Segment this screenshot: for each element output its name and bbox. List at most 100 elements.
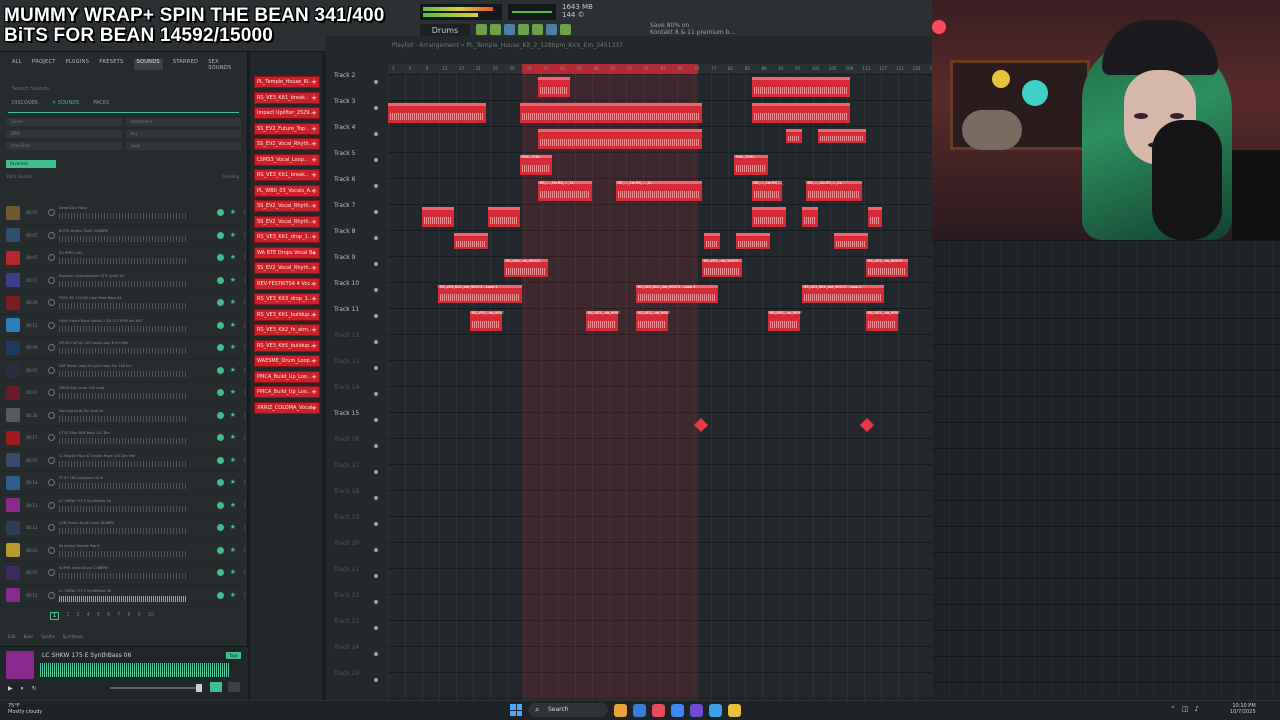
more-icon[interactable]: ⋮ — [242, 389, 248, 396]
star-icon[interactable]: ★ — [230, 389, 236, 396]
tag-chip[interactable]: Bass — [24, 634, 33, 639]
play-icon[interactable]: ▶ — [8, 685, 13, 693]
play-icon[interactable] — [47, 389, 55, 397]
more-icon[interactable]: ⋮ — [242, 412, 248, 419]
tag-chip[interactable]: Synths — [41, 634, 55, 639]
audio-clip[interactable] — [868, 207, 882, 227]
star-icon[interactable]: ★ — [230, 569, 236, 576]
star-icon[interactable]: ★ — [230, 344, 236, 351]
volume-icon[interactable]: ♪ — [1195, 705, 1199, 713]
page-10[interactable]: 10 — [148, 612, 154, 620]
picker-clip[interactable]: WA BTE Drops Vocal B.. + — [254, 246, 320, 259]
track-header[interactable]: Track 6 — [326, 170, 382, 196]
picker-clip[interactable]: RS_VE3_Kit3_drop_1.. + — [254, 293, 320, 305]
star-icon[interactable]: ★ — [230, 546, 236, 554]
subtab-discover[interactable]: DISCOVER — [12, 100, 38, 108]
audio-clip[interactable] — [538, 129, 702, 149]
plus-icon[interactable]: + — [311, 93, 317, 103]
picker-clip[interactable]: SS_EV2_Vocal_Rhyth.. + — [254, 215, 320, 228]
weather-widget[interactable]: 75°F Mostly cloudy — [8, 703, 42, 715]
picker-clip[interactable]: PMCA_Build_Up_Loo.. + — [254, 370, 320, 383]
page-1[interactable]: 1 — [50, 612, 60, 620]
more-icon[interactable]: ⋮ — [242, 344, 248, 351]
track-header[interactable]: Track 24 — [326, 638, 382, 664]
play-icon[interactable] — [47, 299, 55, 307]
plus-icon[interactable]: + — [311, 310, 317, 320]
track-mute-dot[interactable] — [374, 392, 378, 396]
track-mute-dot[interactable] — [374, 652, 378, 656]
audio-clip[interactable]: RS_VE3_..ds_90973 — [470, 311, 504, 331]
tab-all[interactable]: ALL — [12, 59, 22, 70]
audio-clip[interactable] — [488, 207, 520, 227]
plus-icon[interactable]: + — [311, 248, 317, 258]
star-icon[interactable]: ★ — [230, 366, 236, 374]
taskbar-clock[interactable]: 10:10 PM 10/7/2025 — [1230, 703, 1256, 715]
added-check-icon[interactable] — [216, 254, 224, 262]
star-icon[interactable]: ★ — [230, 479, 236, 486]
track-mute-dot[interactable] — [374, 548, 378, 552]
sound-row[interactable]: 00:07 SUPER Vocal Shout 128BPM ★ ⋮ — [0, 562, 248, 585]
track-mute-dot[interactable] — [374, 418, 378, 422]
track-mute-dot[interactable] — [374, 210, 378, 214]
track-header[interactable]: Track 17 — [326, 456, 382, 482]
track-header[interactable]: Track 9 — [326, 248, 382, 274]
sound-row[interactable]: 00:09 DP SD Full Up 128 Vocal Loop B Em M… — [0, 337, 248, 360]
added-check-icon[interactable] — [216, 434, 224, 442]
page-3[interactable]: 3 — [76, 612, 79, 620]
sound-row[interactable]: 00:13 USB Ocean Drum Loop 160BPM ★ ⋮ — [0, 517, 248, 540]
track-mute-dot[interactable] — [374, 522, 378, 526]
added-check-icon[interactable] — [216, 591, 224, 599]
filter-key[interactable]: Key — [125, 130, 241, 138]
picker-clip[interactable]: WAESME_Drum_Loop.. + — [254, 355, 320, 367]
picker-clip[interactable]: RS_VE3_Kit5_buildup.. + — [254, 339, 320, 352]
added-check-icon[interactable] — [216, 524, 224, 532]
track-header[interactable]: Track 19 — [326, 508, 382, 534]
picker-clip[interactable]: SS_EV2_Vocal_Rhyth.. + — [254, 200, 320, 212]
added-check-icon[interactable] — [216, 209, 224, 217]
track-header[interactable]: Track 3 — [326, 92, 382, 118]
plus-icon[interactable]: + — [311, 279, 317, 289]
track-header[interactable]: Track 22 — [326, 586, 382, 612]
play-icon[interactable] — [47, 344, 55, 352]
track-header[interactable]: Track 25 — [326, 664, 382, 690]
tab-plugins[interactable]: PLUGINS — [66, 59, 90, 70]
automation-marker[interactable] — [859, 417, 875, 433]
picker-clip[interactable]: XRRIZ_COLOMA_Vocal.. + — [254, 401, 320, 414]
track-header[interactable]: Track 2 — [326, 66, 382, 92]
track-header[interactable]: Track 16 — [326, 430, 382, 456]
news-hint[interactable]: Save 80% on Kontakt 8 & 11 premium b... — [650, 22, 735, 36]
sound-row[interactable]: 00:07 DBGA Kick Loop 128 Long ★ ⋮ — [0, 382, 248, 405]
track-mute-dot[interactable] — [374, 600, 378, 604]
star-icon[interactable]: ★ — [230, 254, 236, 261]
chevron-up-icon[interactable]: ⌃ — [1170, 705, 1176, 713]
play-icon[interactable] — [47, 411, 55, 419]
plus-icon[interactable]: + — [311, 341, 317, 351]
added-check-icon[interactable] — [216, 299, 224, 307]
track-mute-dot[interactable] — [374, 340, 378, 344]
picker-clip[interactable]: RS_VE3_Kit1_buildup.. + — [254, 308, 320, 321]
more-icon[interactable]: ⋮ — [242, 457, 248, 464]
audio-clip[interactable]: RS_VE3_Kit1_dro_90973 - Loop 1 — [802, 285, 884, 303]
plus-icon[interactable]: + — [311, 294, 317, 304]
plus-icon[interactable]: + — [311, 403, 317, 413]
track-mute-dot[interactable] — [374, 236, 378, 240]
star-icon[interactable]: ★ — [230, 456, 236, 464]
drag-to-project-button[interactable] — [210, 682, 222, 692]
picker-clip[interactable]: SS_EV2_Vocal_Rhyth.. + — [254, 138, 320, 150]
sound-row[interactable]: 00:13 LC SHKW 175 E SynthBass 04 ★ ⋮ — [0, 495, 248, 517]
track-header[interactable]: Track 4 — [326, 118, 382, 144]
taskbar-app-icon[interactable] — [614, 703, 627, 717]
track-mute-dot[interactable] — [374, 574, 378, 578]
picker-clip[interactable]: REV-FESTKITS4 4 Voc.. + — [254, 277, 320, 290]
pause-icon[interactable]: ⏸ — [21, 685, 24, 693]
page-2[interactable]: 2 — [66, 612, 69, 620]
audio-clip[interactable] — [802, 207, 818, 227]
audio-clip[interactable] — [388, 103, 486, 123]
page-6[interactable]: 6 — [107, 612, 110, 620]
added-check-icon[interactable] — [216, 366, 224, 374]
audio-clip[interactable]: RS_VE3_..ds_90973 — [586, 311, 620, 331]
star-icon[interactable]: ★ — [230, 231, 236, 239]
audio-clip[interactable] — [818, 129, 866, 143]
audio-clip[interactable]: RS_VE3_..ds_90973 — [504, 259, 548, 277]
audio-clip[interactable]: PMC_3761 — [520, 155, 552, 175]
